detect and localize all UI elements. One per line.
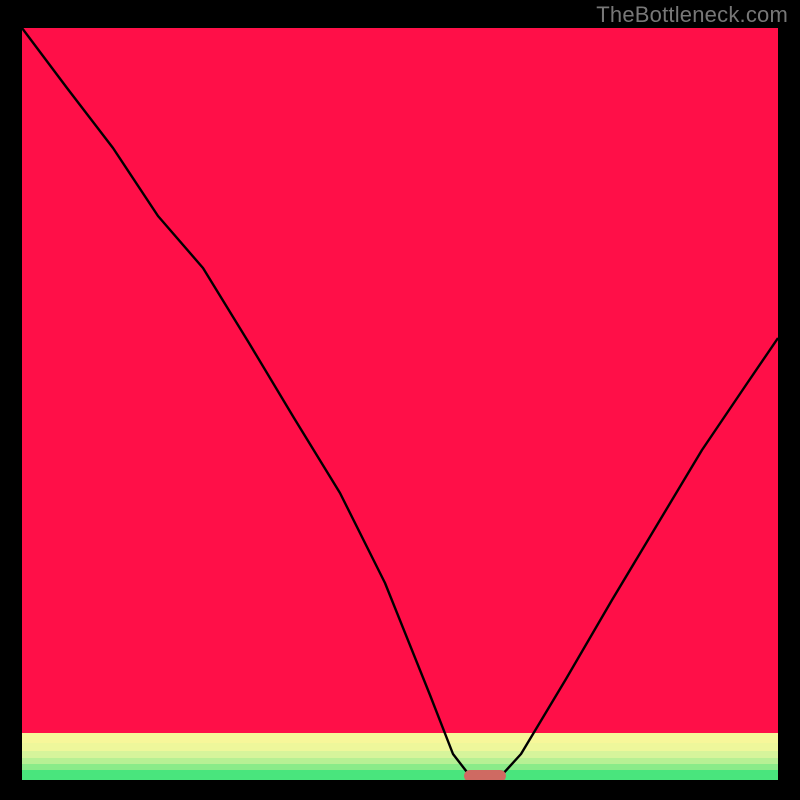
plot-area	[22, 28, 778, 780]
optimal-marker	[464, 770, 506, 780]
chart-svg	[22, 28, 778, 780]
floor-bands	[22, 733, 778, 780]
chart-frame: TheBottleneck.com	[0, 0, 800, 800]
gradient-background	[22, 28, 778, 733]
watermark-text: TheBottleneck.com	[596, 2, 788, 28]
